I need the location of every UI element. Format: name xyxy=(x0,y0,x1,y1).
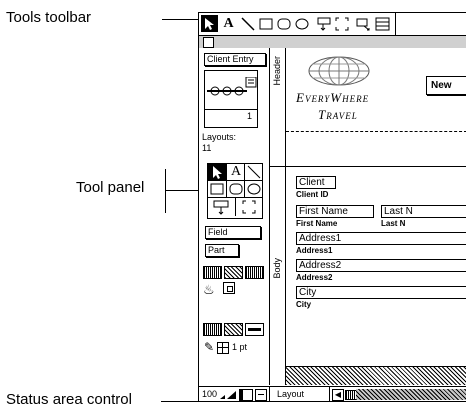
fill-pattern-icon[interactable] xyxy=(224,266,243,279)
grid-line-h xyxy=(218,347,228,348)
effects-icon[interactable] xyxy=(223,282,235,294)
layout-mode-icon[interactable] xyxy=(255,389,267,401)
line-width-label: 1 pt xyxy=(232,342,248,352)
tool-panel-callout: Tool panel xyxy=(76,179,145,196)
part-button[interactable]: Part xyxy=(205,244,239,257)
first-name-label: First Name xyxy=(296,219,338,228)
palette-portal-icon[interactable] xyxy=(235,198,263,216)
fill-effect-icon[interactable] xyxy=(245,266,264,279)
palette-rectangle-icon[interactable] xyxy=(208,181,226,197)
palette-oval-icon[interactable] xyxy=(244,181,263,197)
mode-popup[interactable]: Layout xyxy=(277,389,304,399)
book-rule xyxy=(205,109,257,110)
pen-width-icon[interactable] xyxy=(245,323,264,336)
tool-panel-callout-bracket xyxy=(165,169,166,213)
pen-width-bar xyxy=(248,328,261,331)
effects-icon-inner xyxy=(227,286,233,292)
part-divider xyxy=(270,166,285,167)
line-tool-icon[interactable] xyxy=(239,15,256,32)
palette-button-icon[interactable] xyxy=(208,198,235,216)
header-boundary xyxy=(286,131,466,132)
city-label: City xyxy=(296,300,312,309)
palette-pointer-icon[interactable] xyxy=(208,164,226,180)
city-field[interactable]: City xyxy=(296,286,466,299)
tool-palette: A xyxy=(207,163,263,219)
text-tool-icon[interactable]: A xyxy=(220,15,237,32)
grid-line-v xyxy=(222,343,223,353)
fill-palette-row xyxy=(203,266,265,279)
status-area-control-callout: Status area control xyxy=(6,391,132,408)
horizontal-scrollbar[interactable] xyxy=(356,389,466,400)
rounded-rectangle-tool-icon[interactable] xyxy=(275,15,292,32)
zoom-control-icon[interactable] xyxy=(219,389,237,400)
app-window: A Client Entry 1 Layouts: 11 A Field Par… xyxy=(198,12,466,402)
bottom-divider xyxy=(329,387,330,401)
oval-tool-icon[interactable] xyxy=(293,15,310,32)
tools-toolbar-callout: Tools toolbar xyxy=(6,9,92,26)
fill-color-icon[interactable] xyxy=(203,266,222,279)
body-part-tab[interactable]: Body xyxy=(272,258,282,279)
last-name-field[interactable]: Last N xyxy=(381,205,466,218)
pen-pattern-icon[interactable] xyxy=(224,323,243,336)
address2-field[interactable]: Address2 xyxy=(296,259,466,272)
new-button[interactable]: New xyxy=(426,76,466,95)
header-part-line xyxy=(286,166,466,167)
layout-menu-button[interactable]: Client Entry xyxy=(204,53,266,66)
bottom-bar: 100 Layout ◀ xyxy=(199,386,466,401)
company-name-line1: EveryWhere xyxy=(296,90,370,105)
address1-label: Address1 xyxy=(296,246,333,255)
toolbar-divider xyxy=(395,13,396,35)
portal-tool-icon[interactable] xyxy=(333,15,350,32)
tool-panel-callout-line xyxy=(165,190,200,191)
part-tool-icon[interactable] xyxy=(374,15,391,32)
header-part-tab[interactable]: Header xyxy=(272,56,282,86)
layouts-label: Layouts: xyxy=(202,132,237,142)
last-name-label: Last N xyxy=(381,219,406,228)
tools-toolbar: A xyxy=(199,13,466,36)
first-name-field[interactable]: First Name xyxy=(296,205,374,218)
close-box-icon[interactable] xyxy=(203,37,214,48)
layout-area: New EveryWhere Travel Client Client ID F… xyxy=(286,48,466,385)
bucket-icon[interactable]: ♨ xyxy=(203,282,215,298)
pen-palette-row xyxy=(203,323,265,336)
layouts-count: 11 xyxy=(202,143,212,153)
pen-icon[interactable]: ✎ xyxy=(204,340,214,354)
bottom-divider xyxy=(269,387,270,401)
address1-field[interactable]: Address1 xyxy=(296,232,466,245)
tools-toolbar-callout-line xyxy=(162,19,200,20)
page-number: 1 xyxy=(247,111,253,121)
field-tool-icon[interactable] xyxy=(355,15,372,32)
pen-color-icon[interactable] xyxy=(203,323,222,336)
client-id-field[interactable]: Client xyxy=(296,176,336,189)
company-name-line2: Travel xyxy=(318,107,358,122)
part-tabs: Header Body xyxy=(270,48,286,385)
field-button[interactable]: Field xyxy=(205,226,261,239)
status-area-control-icon[interactable] xyxy=(239,389,253,401)
address2-label: Address2 xyxy=(296,273,333,282)
non-printing-area xyxy=(286,367,466,385)
status-area: Client Entry 1 Layouts: 11 A Field Part … xyxy=(199,48,270,385)
status-area-control-fill xyxy=(240,390,243,400)
pointer-tool-icon[interactable] xyxy=(201,15,218,32)
palette-rounded-rectangle-icon[interactable] xyxy=(226,181,245,197)
globe-logo-icon xyxy=(308,56,370,86)
scroll-left-arrow-icon[interactable]: ◀ xyxy=(332,389,344,401)
layout-mode-icon-line xyxy=(258,394,264,395)
palette-text-icon[interactable]: A xyxy=(226,164,245,180)
line-width-grid-icon[interactable] xyxy=(217,342,229,354)
palette-line-icon[interactable] xyxy=(244,164,263,180)
button-tool-icon[interactable] xyxy=(315,15,332,32)
client-id-label: Client ID xyxy=(296,190,329,199)
book-icon[interactable]: 1 xyxy=(204,70,258,128)
zoom-percentage[interactable]: 100 xyxy=(202,389,217,399)
rectangle-tool-icon[interactable] xyxy=(257,15,274,32)
